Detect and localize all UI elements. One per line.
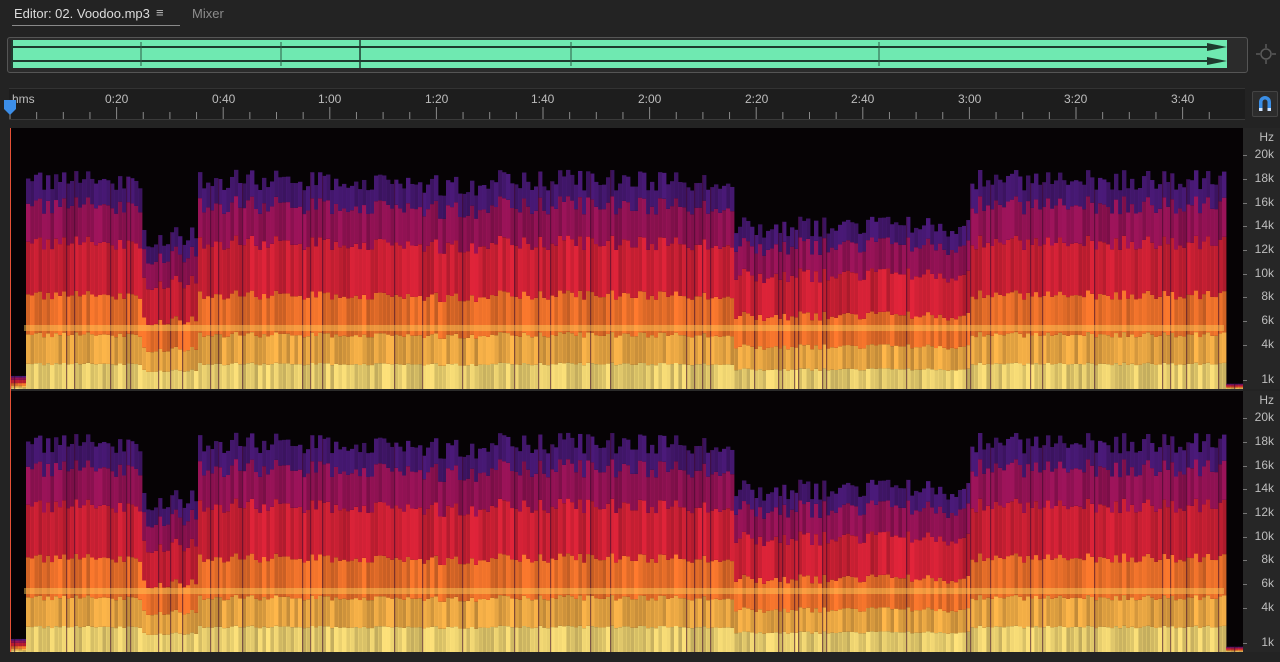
- frequency-tick: [1243, 513, 1247, 514]
- frequency-label: 20k: [1254, 147, 1274, 161]
- frequency-tick: [1243, 489, 1247, 490]
- magnet-icon: [1259, 96, 1271, 111]
- frequency-tick: [1243, 380, 1247, 381]
- frequency-label: 10k: [1254, 266, 1274, 280]
- frequency-label: 8k: [1261, 289, 1274, 303]
- ruler-tick-label: 1:20: [425, 92, 449, 106]
- frequency-label: 1k: [1261, 635, 1274, 649]
- tab-mixer[interactable]: Mixer: [192, 6, 224, 22]
- spectrogram-graphic: [10, 169, 1243, 389]
- frequency-label: 8k: [1261, 552, 1274, 566]
- frequency-tick: [1243, 297, 1247, 298]
- frequency-label: 1k: [1261, 372, 1274, 386]
- ruler-tick-label: 3:20: [1064, 92, 1088, 106]
- spectral-display-left-channel[interactable]: [10, 128, 1243, 389]
- spectral-display-right-channel[interactable]: [10, 391, 1243, 652]
- tab-menu-icon[interactable]: ≡: [156, 5, 164, 20]
- frequency-tick: [1243, 179, 1247, 180]
- frequency-tick: [1243, 584, 1247, 585]
- frequency-unit-label: Hz: [1259, 130, 1274, 144]
- frequency-tick: [1243, 345, 1247, 346]
- frequency-label: 4k: [1261, 600, 1274, 614]
- frequency-label: 12k: [1254, 242, 1274, 256]
- frequency-tick: [1243, 321, 1247, 322]
- ruler-tick-label: 3:40: [1171, 92, 1195, 106]
- ruler-tick-label: 2:00: [638, 92, 662, 106]
- spectrogram-graphic: [10, 432, 1243, 652]
- ruler-tick-label: 0:40: [212, 92, 236, 106]
- frequency-label: 18k: [1254, 171, 1274, 185]
- frequency-tick: [1243, 418, 1247, 419]
- ruler-tick-label: 2:40: [851, 92, 875, 106]
- editor-footer-strip: [0, 652, 1280, 662]
- ruler-tick-label: 1:00: [318, 92, 342, 106]
- frequency-tick: [1243, 442, 1247, 443]
- frequency-tick: [1243, 608, 1247, 609]
- timeline-ruler[interactable]: [9, 88, 1245, 120]
- playhead-marker-icon[interactable]: [4, 100, 16, 116]
- frequency-label: 6k: [1261, 313, 1274, 327]
- frequency-tick: [1243, 226, 1247, 227]
- overview-waveform[interactable]: [11, 40, 1241, 68]
- panel-resize-handle[interactable]: [655, 120, 683, 132]
- overview-waveform-graphic: [11, 40, 1241, 68]
- frequency-scale-right[interactable]: Hz 20k 18k 16k 14k 12k 10k 8k 6k 4k 1k: [1243, 391, 1280, 652]
- panel-tab-bar: Editor: 02. Voodoo.mp3 ≡ Mixer: [0, 0, 1280, 30]
- frequency-label: 12k: [1254, 505, 1274, 519]
- snap-magnet-button[interactable]: [1252, 91, 1278, 117]
- frequency-label: 4k: [1261, 337, 1274, 351]
- frequency-scale-left[interactable]: Hz 20k 18k 16k 14k 12k 10k 8k 6k 4k 1k: [1243, 128, 1280, 389]
- frequency-tick: [1243, 643, 1247, 644]
- frequency-label: 18k: [1254, 434, 1274, 448]
- frequency-label: 16k: [1254, 195, 1274, 209]
- frequency-unit-label: Hz: [1259, 393, 1274, 407]
- zoom-navigator-icon[interactable]: [1256, 42, 1276, 66]
- frequency-label: 6k: [1261, 576, 1274, 590]
- frequency-tick: [1243, 155, 1247, 156]
- frequency-tick: [1243, 274, 1247, 275]
- frequency-tick: [1243, 203, 1247, 204]
- ruler-tick-label: 1:40: [531, 92, 555, 106]
- frequency-tick: [1243, 560, 1247, 561]
- frequency-tick: [1243, 537, 1247, 538]
- playhead-line: [10, 128, 11, 652]
- ruler-tick-label: 0:20: [105, 92, 129, 106]
- frequency-tick: [1243, 466, 1247, 467]
- frequency-tick: [1243, 250, 1247, 251]
- frequency-label: 20k: [1254, 410, 1274, 424]
- active-tab-underline: [12, 25, 180, 26]
- ruler-tick-label: 2:20: [745, 92, 769, 106]
- tab-editor[interactable]: Editor: 02. Voodoo.mp3: [14, 6, 150, 22]
- frequency-label: 10k: [1254, 529, 1274, 543]
- frequency-label: 14k: [1254, 218, 1274, 232]
- ruler-tick-label: 3:00: [958, 92, 982, 106]
- frequency-label: 16k: [1254, 458, 1274, 472]
- frequency-label: 14k: [1254, 481, 1274, 495]
- ruler-ticks: [9, 107, 1210, 119]
